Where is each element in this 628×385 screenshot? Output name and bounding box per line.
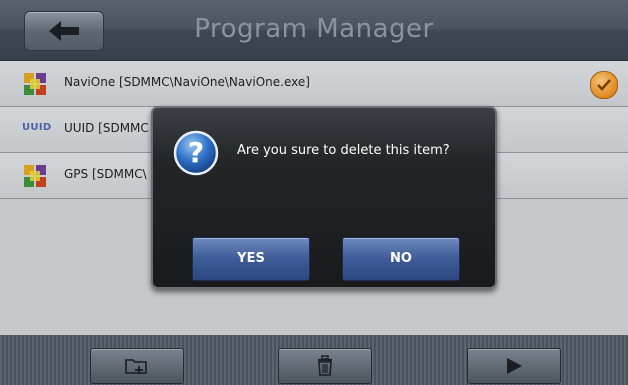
selected-check-icon[interactable] [590,71,618,99]
list-item-label: UUID [SDMMC [64,121,149,135]
trash-icon [318,355,332,376]
no-button[interactable]: NO [342,237,460,281]
bottom-toolbar [0,335,628,385]
checkmark-icon [597,79,611,91]
delete-confirm-dialog: ? Are you sure to delete this item? YES … [151,106,497,289]
add-program-button[interactable] [90,348,184,384]
app-cube-icon [24,73,46,95]
play-icon [507,358,522,374]
run-button[interactable] [467,348,561,384]
dialog-message: Are you sure to delete this item? [237,143,450,158]
delete-button[interactable] [278,348,372,384]
page-title: Program Manager [194,14,434,44]
list-item-label: NaviOne [SDMMC\NaviOne\NaviOne.exe] [64,75,310,89]
program-manager-screen: Program Manager NaviOne [SDMMC\NaviOne\N… [0,0,628,385]
uuid-icon: UUID [22,122,52,133]
header-bar: Program Manager [0,0,628,61]
folder-add-icon [125,359,147,374]
list-item[interactable]: NaviOne [SDMMC\NaviOne\NaviOne.exe] [0,61,628,107]
app-cube-icon [24,165,46,187]
question-icon: ? [173,130,219,176]
list-item-label: GPS [SDMMC\ [64,167,147,181]
svg-text:?: ? [188,136,204,169]
yes-button[interactable]: YES [192,237,310,281]
